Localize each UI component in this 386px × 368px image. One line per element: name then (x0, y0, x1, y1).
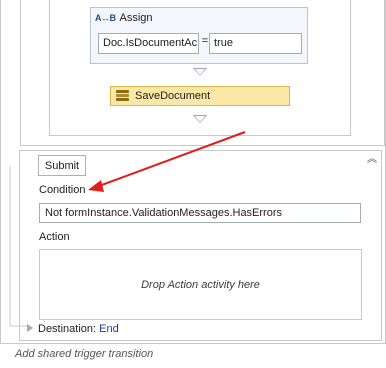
destination-arrow-icon (27, 324, 33, 332)
save-document-label: SaveDocument (135, 90, 211, 102)
assign-header: A↔B Assign (91, 8, 307, 28)
trigger-submit[interactable]: Submit (38, 155, 86, 176)
add-shared-trigger-link[interactable]: Add shared trigger transition (15, 348, 153, 360)
invoke-method-icon (116, 90, 129, 102)
double-chevron-up-icon[interactable]: ︽ (365, 153, 379, 167)
action-placeholder: Drop Action activity here (141, 278, 260, 291)
condition-field[interactable]: Not formInstance.ValidationMessages.HasE… (39, 203, 361, 223)
assign-activity[interactable]: A↔B Assign Doc.IsDocumentAc = true (90, 7, 308, 64)
assign-title: Assign (119, 12, 153, 24)
assign-value-field[interactable]: true (209, 33, 302, 54)
action-drop-zone[interactable]: Drop Action activity here (39, 249, 362, 320)
assign-to-field[interactable]: Doc.IsDocumentAc (98, 33, 199, 54)
transition-panel: Submit ︽ Condition Not formInstance.Vali… (19, 150, 382, 341)
destination: Destination: End (38, 323, 119, 335)
action-label: Action (39, 231, 70, 243)
destination-label: Destination: (38, 323, 97, 335)
assign-icon: A↔B (95, 13, 116, 23)
destination-state-link[interactable]: End (99, 323, 119, 335)
connector-arrow-icon[interactable] (193, 115, 207, 123)
connector-arrow-icon[interactable] (193, 68, 207, 76)
save-document-activity[interactable]: SaveDocument (110, 86, 290, 106)
transition-line (9, 166, 27, 327)
condition-label: Condition (39, 184, 86, 196)
